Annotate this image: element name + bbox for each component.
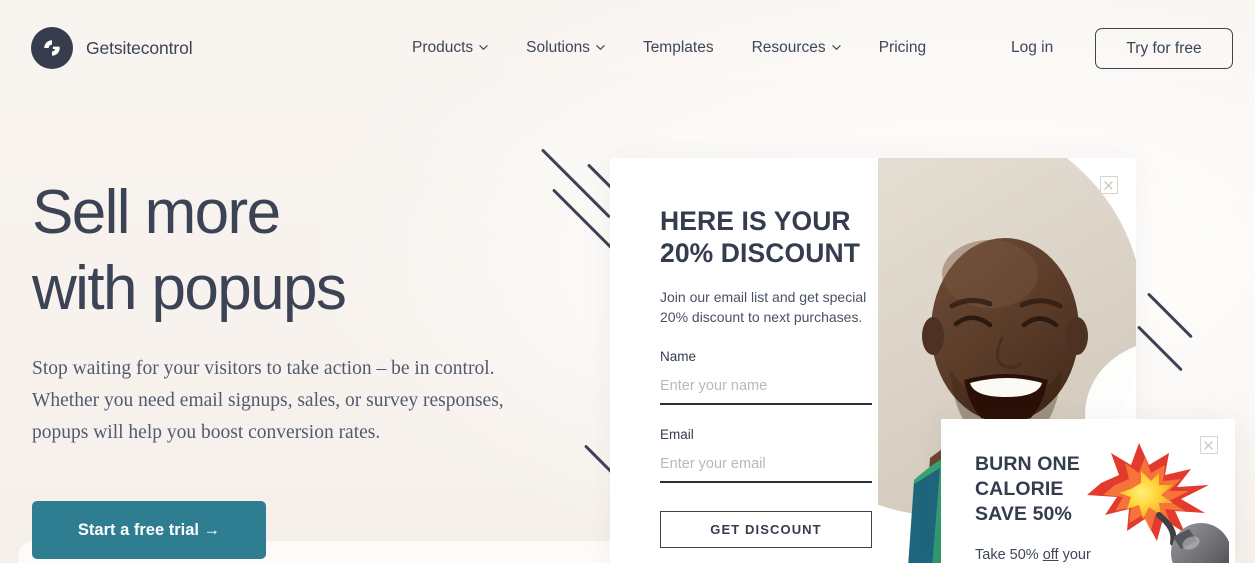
chevron-down-icon: [479, 43, 488, 52]
get-discount-button[interactable]: GET DISCOUNT: [660, 511, 872, 548]
nav-item-solutions[interactable]: Solutions: [526, 31, 605, 65]
decorative-slashes-right: [1130, 280, 1255, 410]
discount-popup-description: Join our email list and get special 20% …: [660, 289, 867, 325]
chevron-down-icon: [596, 43, 605, 52]
decor-line: [1146, 292, 1193, 339]
nav-item-resources[interactable]: Resources: [752, 31, 841, 65]
start-free-trial-button[interactable]: Start a free trial →: [32, 501, 266, 559]
getsitecontrol-logo-icon: [31, 27, 73, 69]
nav-label: Resources: [751, 39, 826, 56]
name-field-group: Name: [660, 349, 872, 405]
try-for-free-button[interactable]: Try for free: [1095, 28, 1233, 69]
login-link[interactable]: Log in: [1011, 39, 1053, 57]
site-header: Getsitecontrol Products Solutions Templa…: [0, 0, 1255, 96]
email-field-group: Email: [660, 427, 872, 483]
name-input[interactable]: [660, 378, 872, 405]
email-field-label: Email: [660, 427, 694, 442]
brand-logo[interactable]: Getsitecontrol: [31, 27, 193, 69]
calorie-popup-content: BURN ONE CALORIE SAVE 50% Take 50% off y…: [975, 452, 1135, 563]
calorie-popup: BURN ONE CALORIE SAVE 50% Take 50% off y…: [941, 419, 1235, 563]
name-field-label: Name: [660, 349, 697, 364]
discount-popup-title: HERE IS YOUR 20% DISCOUNT: [660, 206, 860, 268]
close-icon[interactable]: [1100, 176, 1118, 194]
page-title: Sell more with popups: [32, 178, 347, 323]
hero-section: Sell more with popups Stop waiting for y…: [32, 175, 572, 559]
email-input[interactable]: [660, 456, 872, 483]
close-icon[interactable]: [1200, 436, 1218, 454]
nav-label: Templates: [642, 39, 714, 56]
landing-page: Getsitecontrol Products Solutions Templa…: [0, 0, 1255, 563]
nav-label: Pricing: [878, 39, 927, 56]
chevron-down-icon: [832, 43, 841, 52]
nav-item-templates[interactable]: Templates: [643, 31, 714, 65]
hero-subtitle: Stop waiting for your visitors to take a…: [32, 358, 504, 443]
nav-label: Solutions: [526, 39, 590, 56]
nav-label: Products: [412, 39, 474, 56]
brand-name: Getsitecontrol: [86, 37, 193, 58]
calorie-popup-description: Take 50% off your: [975, 545, 1135, 563]
desc-part-2: your: [1058, 547, 1091, 563]
nav-item-products[interactable]: Products: [412, 31, 488, 65]
desc-part-1: Take 50%: [975, 547, 1043, 563]
calorie-popup-title: BURN ONE CALORIE SAVE 50%: [975, 453, 1080, 525]
decor-line: [1136, 325, 1183, 372]
main-navigation: Products Solutions Templates Resources P…: [412, 31, 926, 65]
discount-popup-content: HERE IS YOUR 20% DISCOUNT Join our email…: [660, 205, 960, 548]
nav-item-pricing[interactable]: Pricing: [879, 31, 926, 65]
desc-underlined: off: [1042, 547, 1059, 563]
